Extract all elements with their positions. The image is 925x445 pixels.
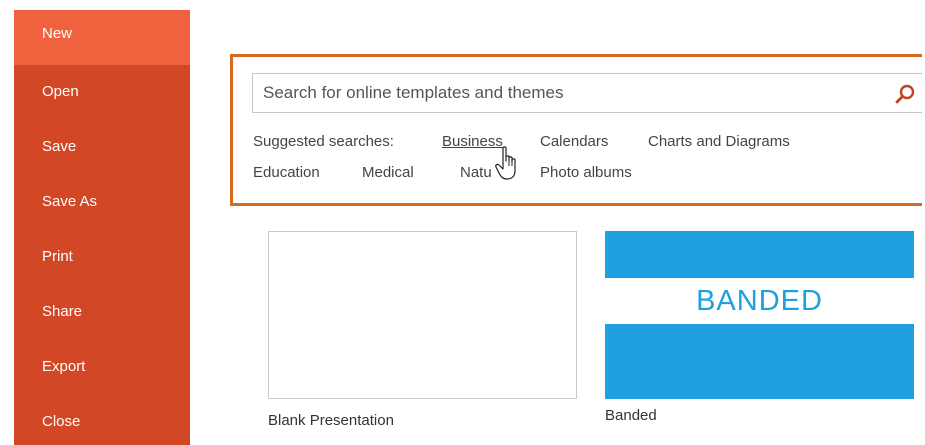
search-box [252, 73, 922, 113]
search-input[interactable] [263, 74, 873, 112]
suggested-link-photo-albums[interactable]: Photo albums [540, 164, 632, 181]
template-label-blank-presentation: Blank Presentation [268, 412, 394, 429]
suggested-link-nature[interactable]: Natu [460, 164, 492, 181]
nav-item-print[interactable]: Print [14, 229, 190, 285]
nav-item-open[interactable]: Open [14, 64, 190, 120]
template-banded-thumbnail[interactable]: BANDED [605, 231, 914, 399]
nav-item-new[interactable]: New [14, 10, 190, 65]
suggested-link-calendars[interactable]: Calendars [540, 133, 608, 150]
suggested-link-medical[interactable]: Medical [362, 164, 414, 181]
banded-title-band: BANDED [605, 278, 914, 324]
nav-item-save-as[interactable]: Save As [14, 174, 190, 230]
nav-item-share[interactable]: Share [14, 284, 190, 340]
nav-item-close[interactable]: Close [14, 394, 190, 445]
hand-pointer-icon [495, 146, 516, 180]
nav-item-save[interactable]: Save [14, 119, 190, 175]
nav-item-export[interactable]: Export [14, 339, 190, 395]
backstage-sidebar: New Open Save Save As Print Share Export… [14, 10, 190, 445]
template-label-banded: Banded [605, 407, 657, 424]
template-blank-presentation-thumbnail[interactable] [268, 231, 577, 399]
suggested-link-charts-and-diagrams[interactable]: Charts and Diagrams [648, 133, 790, 150]
suggested-link-education[interactable]: Education [253, 164, 320, 181]
search-icon[interactable] [894, 83, 916, 105]
suggested-link-business[interactable]: Business [442, 133, 503, 150]
suggested-searches-label: Suggested searches: [253, 133, 394, 150]
banded-thumbnail-title: BANDED [696, 285, 823, 317]
